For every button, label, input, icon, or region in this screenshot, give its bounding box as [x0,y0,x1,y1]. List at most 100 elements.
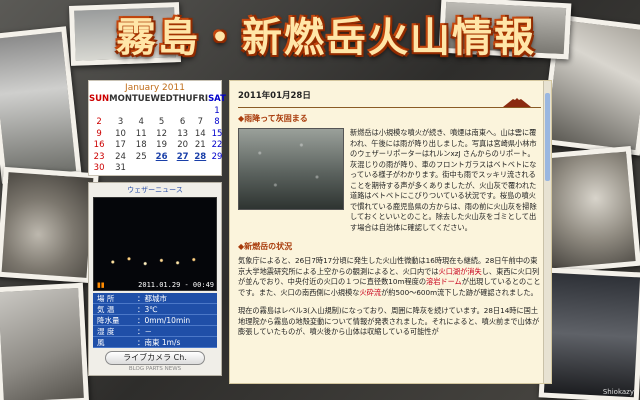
weather-value: ：0mm/10min [137,315,191,325]
weekday-header: SUN [89,94,110,104]
calendar-day: 18 [135,140,147,150]
weather-widget: ウェザーニュース ▮▮ 2011.01.29 - 00:49 場 所：都城市気 … [88,181,222,376]
calendar-day: 8 [214,117,220,127]
section-rain-ash: 新燃岳は小規模な噴火が続き、噴煙は南東へ。山は雲に覆われ、午後には雨が降り出しま… [238,128,541,233]
calendar-day: 7 [197,117,204,127]
calendar-day: 22 [211,140,223,150]
calendar-day[interactable]: 26 [150,152,172,164]
calendar-day: 20 [177,140,189,150]
background-photo [0,282,90,400]
calendar-empty-cell [193,163,209,175]
calendar-day: 19 [156,140,167,150]
live-camera-video[interactable]: ▮▮ 2011.01.29 - 00:49 [93,196,217,291]
site-title[interactable]: 霧島・新燃岳火山情報 [96,10,556,66]
volcano-icon [503,98,531,107]
calendar-day: 24 [115,151,126,162]
calendar-empty-cell [109,106,132,118]
section-status-text: 気象庁によると、26日7時17分頃に発生した火山性微動は16時現在も継続。28日… [238,256,541,298]
background-photo [538,267,640,400]
calendar-day: 14 [194,128,206,139]
highlight-lava-dome: 溶岩ドーム [426,277,462,286]
weather-row: 風 ：南東 1m/s [93,337,217,348]
calendar-day: 25 [135,151,147,162]
section-heading-rain-ash: ◆雨降って灰固まる [238,114,308,123]
city-lights [102,253,210,270]
weather-value: ：3℃ [137,304,158,314]
weather-key: 降水量 [97,315,120,325]
calendar-grid: SUN MON TUE WED THU FRI SAT 1 2 3 4 5 6 7 8 9 10 11 12 13 14… [89,94,226,175]
weather-widget-header[interactable]: ウェザーニュース [93,185,217,195]
weather-key: 場 所 [97,293,115,303]
calendar-day: 16 [93,140,105,150]
weather-value: ：南東 1m/s [137,337,181,347]
divider [238,107,541,108]
weather-table: 場 所 ：都城市気 温 ：3℃ 降水量 ：0mm/10min 湿 度 ：－ 風 ：南東 1m/s [93,292,217,348]
calendar-day: 6 [179,117,186,127]
weekday-header: MON [109,94,132,104]
calendar-empty-cell [150,163,172,175]
calendar-day: 31 [115,163,126,173]
section-rain-ash-text: 新燃岳は小規模な噴火が続き、噴煙は南東へ。山は雲に覆われ、午後には雨が降り出しま… [350,128,537,232]
article-scrollbar[interactable] [543,81,551,383]
status-text-part: が約500〜600m流下した跡が確認されました。 [381,287,538,297]
live-camera-button[interactable]: ライブカメラ Ch. [105,350,205,365]
calendar-day: 23 [93,151,105,162]
calendar-day[interactable]: 27 [173,152,193,164]
play-icon[interactable]: ▮▮ [97,281,105,289]
camera-timestamp: 2011.01.29 - 00:49 [138,280,214,289]
weather-row: 場 所 ：都城市 [93,293,217,304]
calendar-month-title: January 2011 [125,83,185,93]
weather-value: ：都城市 [137,293,167,303]
calendar-day: 2 [96,117,102,127]
weather-key: 風 [97,337,105,347]
weather-row: 湿 度 ：－ [93,326,217,337]
calendar-day: 30 [93,163,105,173]
article-panel: 2011年01月28日 ◆雨降って灰固まる 新燃岳は小規模な噴火が続き、噴煙は南… [229,80,552,384]
weekday-header: FRI [192,94,209,104]
blog-parts-link[interactable]: BLOG PARTS NEWS [93,366,217,372]
calendar-day: 4 [138,117,144,127]
calendar-day: 29 [211,151,223,162]
calendar-empty-cell [208,163,226,175]
calendar-empty-cell [173,106,193,118]
calendar-day: 11 [135,128,147,139]
weather-key: 気 温 [97,304,115,314]
calendar-day: 21 [194,140,206,150]
calendar-empty-cell [132,106,151,118]
background-photo [0,26,82,184]
photo-credit: Shiokazy [602,388,634,396]
sidebar: January 2011 SUN MON TUE WED THU FRI SAT 1 2 3 4 5 6… [88,80,226,380]
weather-key: 湿 度 [97,326,115,336]
calendar: January 2011 SUN MON TUE WED THU FRI SAT 1 2 3 4 5 6… [88,80,226,176]
background-photo [0,166,99,284]
weekday-header: SAT [208,94,226,104]
calendar-day[interactable]: 28 [193,152,209,164]
section-heading-status: ◆新燃岳の状況 [238,242,293,251]
calendar-day: 17 [115,140,126,150]
calendar-empty-cell [173,163,193,175]
calendar-day: 1 [214,105,220,116]
calendar-empty-cell [132,163,151,175]
calendar-day: 9 [96,128,102,139]
weekday-header: THU [172,94,193,104]
highlight-crater-lake: 火口湖が消失 [438,266,482,276]
calendar-empty-cell [89,106,109,118]
calendar-empty-cell [150,106,172,118]
weekday-header: TUE [131,94,151,104]
windshield-photo[interactable] [238,128,344,210]
article-date: 2011年01月28日 [238,91,311,101]
weather-row: 気 温 ：3℃ [93,304,217,315]
scrollbar-thumb[interactable] [545,93,550,181]
section-level-text: 現在の霧島はレベル3(入山規制)になっており、周囲に降灰を続けています。28日1… [238,306,540,336]
calendar-day: 15 [211,128,223,139]
calendar-day: 10 [115,128,126,139]
weekday-header: WED [150,94,173,104]
highlight-pyroclastic-flow: 火砕流 [359,287,382,297]
calendar-day: 5 [158,117,165,127]
calendar-empty-cell [193,106,209,118]
calendar-day: 3 [117,117,124,127]
weather-row: 降水量 ：0mm/10min [93,315,217,326]
calendar-day: 13 [177,128,189,139]
weather-value: ：－ [137,326,152,336]
calendar-day: 12 [156,128,167,139]
